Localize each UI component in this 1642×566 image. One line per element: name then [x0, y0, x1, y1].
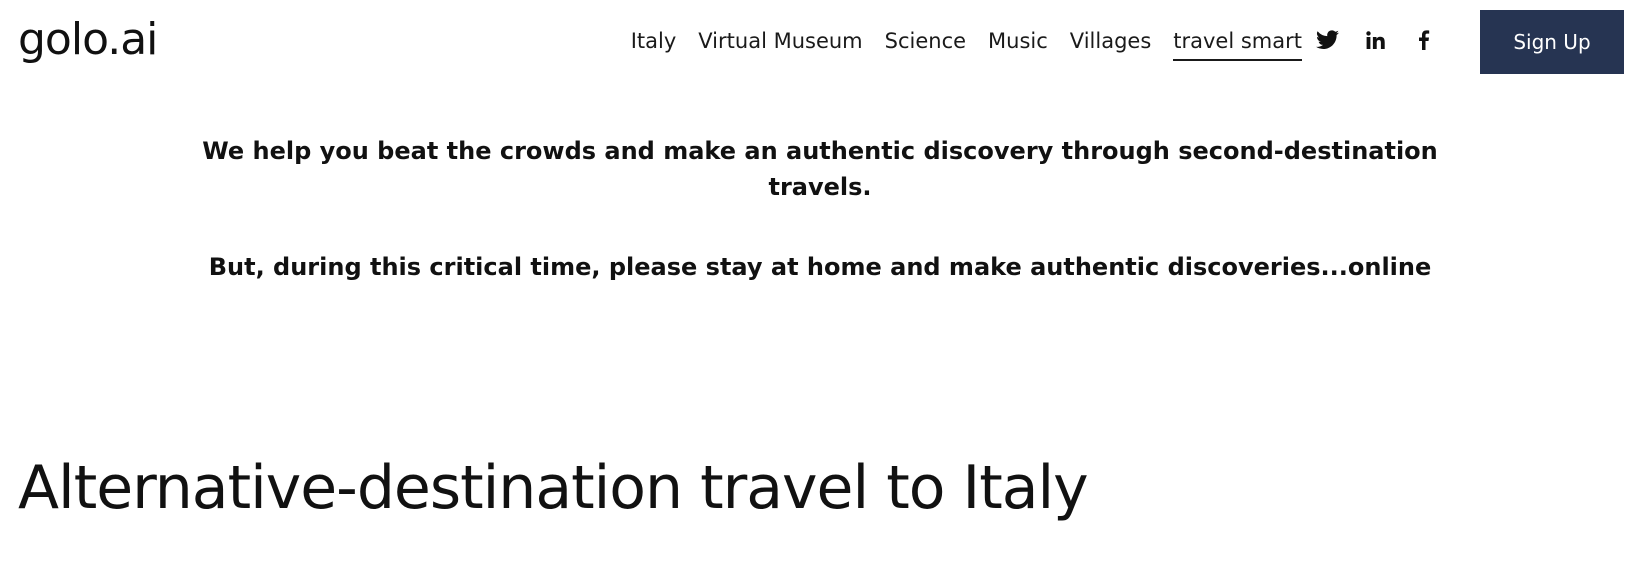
- main-nav: Italy Virtual Museum Science Music Villa…: [631, 28, 1302, 61]
- social-links: [1316, 28, 1436, 52]
- nav-item-italy[interactable]: Italy: [631, 28, 677, 61]
- page-headline: Alternative-destination travel to Italy: [18, 453, 1089, 523]
- site-header: golo.ai Italy Virtual Museum Science Mus…: [0, 0, 1642, 86]
- facebook-icon[interactable]: [1412, 28, 1436, 52]
- twitter-icon[interactable]: [1316, 28, 1340, 52]
- site-logo[interactable]: golo.ai: [18, 14, 158, 66]
- nav-item-virtual-museum[interactable]: Virtual Museum: [698, 28, 862, 61]
- nav-item-villages[interactable]: Villages: [1070, 28, 1151, 61]
- nav-item-science[interactable]: Science: [885, 28, 966, 61]
- linkedin-icon[interactable]: [1364, 28, 1388, 52]
- stay-home-text: But, during this critical time, please s…: [208, 253, 1432, 281]
- sign-up-button[interactable]: Sign Up: [1480, 10, 1624, 74]
- nav-item-music[interactable]: Music: [988, 28, 1048, 61]
- intro-text: We help you beat the crowds and make an …: [202, 137, 1438, 201]
- nav-item-travel-smart[interactable]: travel smart: [1173, 28, 1302, 61]
